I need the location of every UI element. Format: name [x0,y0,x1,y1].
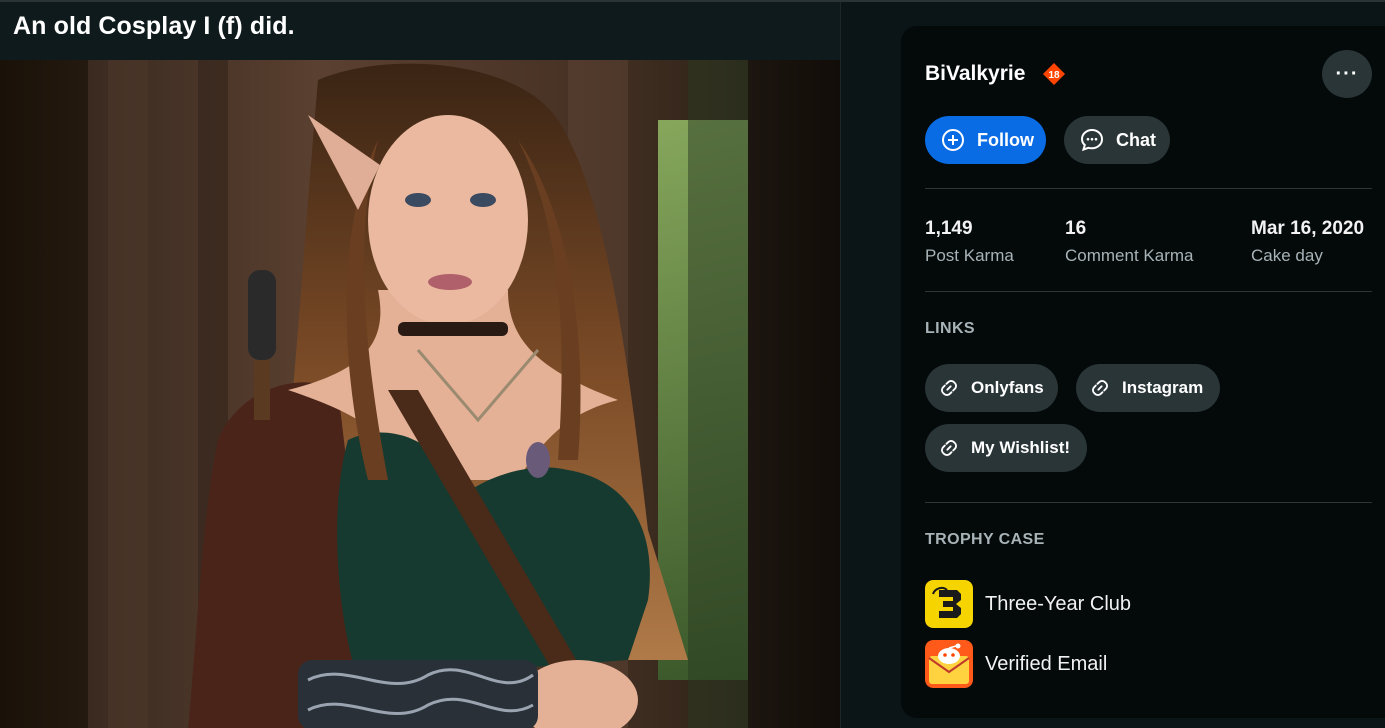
trophy-name: Three-Year Club [985,592,1132,615]
link-label: My Wishlist! [971,438,1071,457]
divider [925,188,1372,189]
stat-comment-karma: 16 Comment Karma [1065,218,1193,266]
profile-card: BiValkyrie 18 ··· Follow Chat 1,149 Post… [901,26,1385,718]
post-area: An old Cosplay I (f) did. [0,2,840,728]
post-karma-value: 1,149 [925,218,973,239]
link-label: Instagram [1122,378,1204,397]
chat-button[interactable]: Chat [1064,116,1170,164]
trophy-name: Verified Email [985,652,1108,675]
post-title[interactable]: An old Cosplay I (f) did. [13,12,295,41]
profile-username[interactable]: BiValkyrie [925,62,1025,86]
stat-cake-day: Mar 16, 2020 Cake day [1251,218,1364,266]
link-icon [941,380,957,396]
trophy-three-year-club[interactable]: Three-Year Club [925,580,1131,628]
links-heading: LINKS [925,320,975,337]
chat-label: Chat [1116,129,1156,150]
link-icon [1092,380,1108,396]
follow-button[interactable]: Follow [925,116,1046,164]
verified-email-icon [925,640,973,688]
chat-bubble-icon [1080,128,1104,152]
divider [925,502,1372,503]
nsfw-badge-text: 18 [1048,70,1060,81]
link-my-wishlist[interactable]: My Wishlist! [925,424,1087,472]
three-year-club-icon [925,580,973,628]
stat-post-karma: 1,149 Post Karma [925,218,1014,266]
page: An old Cosplay I (f) did. BiValkyrie 18 … [0,0,1385,728]
link-onlyfans[interactable]: Onlyfans [925,364,1058,412]
post-image[interactable] [88,60,748,728]
link-label: Onlyfans [971,378,1044,397]
comment-karma-label: Comment Karma [1065,246,1194,265]
nsfw-badge: 18 [1042,62,1066,86]
link-icon [941,440,957,456]
follow-label: Follow [977,129,1034,150]
post-karma-label: Post Karma [925,246,1014,265]
trophy-case-heading: TROPHY CASE [925,531,1045,548]
plus-circle-icon [942,129,964,151]
cake-day-value: Mar 16, 2020 [1251,218,1365,239]
trophy-verified-email[interactable]: Verified Email [925,640,1107,688]
post-media[interactable] [0,60,840,728]
link-instagram[interactable]: Instagram [1076,364,1220,412]
divider [925,291,1372,292]
column-divider [840,2,841,728]
more-options-icon: ··· [1335,62,1359,85]
cake-day-label: Cake day [1251,246,1323,265]
more-options-button[interactable]: ··· [1322,50,1372,98]
comment-karma-value: 16 [1065,218,1087,239]
